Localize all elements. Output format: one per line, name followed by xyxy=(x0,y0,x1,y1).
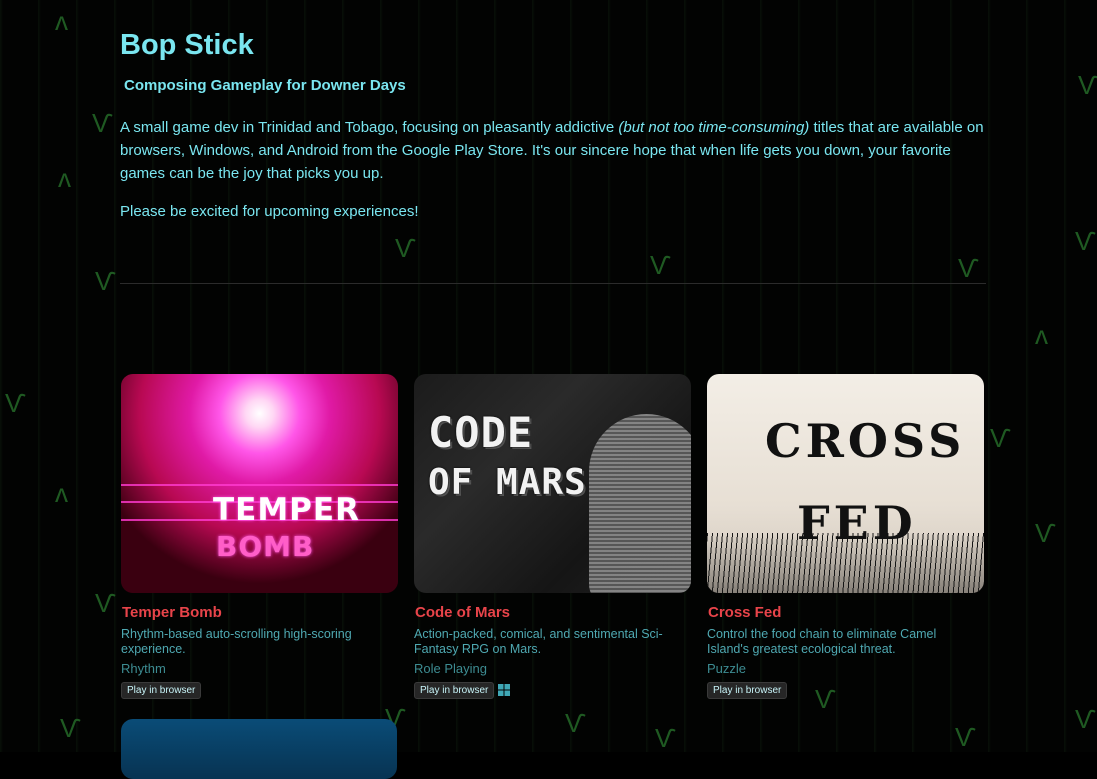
excited-paragraph: Please be excited for upcoming experienc… xyxy=(120,203,419,220)
game-card-cross-fed[interactable]: CROSS FED Cross Fed Control the food cha… xyxy=(707,374,984,699)
page-subtitle: Composing Gameplay for Downer Days xyxy=(124,77,406,94)
art-title-line1: CROSS xyxy=(765,414,966,468)
intro-emphasis: (but not too time-consuming) xyxy=(618,119,810,136)
game-card-partial-thumbnail[interactable] xyxy=(121,719,397,779)
intro-paragraph: A small game dev in Trinidad and Tobago,… xyxy=(120,116,986,185)
game-thumbnail[interactable]: CODE OF MARS xyxy=(414,374,691,593)
game-description: Action-packed, comical, and sentimental … xyxy=(414,627,663,656)
game-genre: Rhythm xyxy=(121,661,166,676)
art-title-line1: TEMPER xyxy=(213,492,360,528)
game-description: Control the food chain to eliminate Came… xyxy=(707,627,937,656)
art-title-line2: OF MARS xyxy=(428,462,587,503)
game-genre: Role Playing xyxy=(414,661,487,676)
section-divider xyxy=(120,283,986,284)
art-line xyxy=(121,484,398,486)
art-title-line2: FED xyxy=(797,496,917,550)
game-genre: Puzzle xyxy=(707,661,747,676)
play-in-browser-badge: Play in browser xyxy=(121,682,202,699)
game-title[interactable]: Temper Bomb xyxy=(122,604,222,621)
art-title-line1: CODE xyxy=(428,408,534,457)
game-card-temper-bomb[interactable]: TEMPER BOMB Temper Bomb Rhythm-based aut… xyxy=(121,374,398,699)
play-in-browser-badge: Play in browser xyxy=(707,682,788,699)
game-title[interactable]: Cross Fed xyxy=(708,604,781,621)
game-thumbnail[interactable]: CROSS FED xyxy=(707,374,984,593)
game-card-code-of-mars[interactable]: CODE OF MARS Code of Mars Action-packed,… xyxy=(414,374,691,699)
page-title: Bop Stick xyxy=(120,29,254,61)
face-silhouette xyxy=(589,414,691,593)
intro-text: A small game dev in Trinidad and Tobago,… xyxy=(120,119,619,136)
game-title[interactable]: Code of Mars xyxy=(415,604,510,621)
play-in-browser-badge: Play in browser xyxy=(414,682,495,699)
windows-icon xyxy=(498,684,510,696)
art-title-line2: BOMB xyxy=(216,530,315,563)
game-thumbnail[interactable]: TEMPER BOMB xyxy=(121,374,398,593)
game-description: Rhythm-based auto-scrolling high-scoring… xyxy=(121,627,352,656)
